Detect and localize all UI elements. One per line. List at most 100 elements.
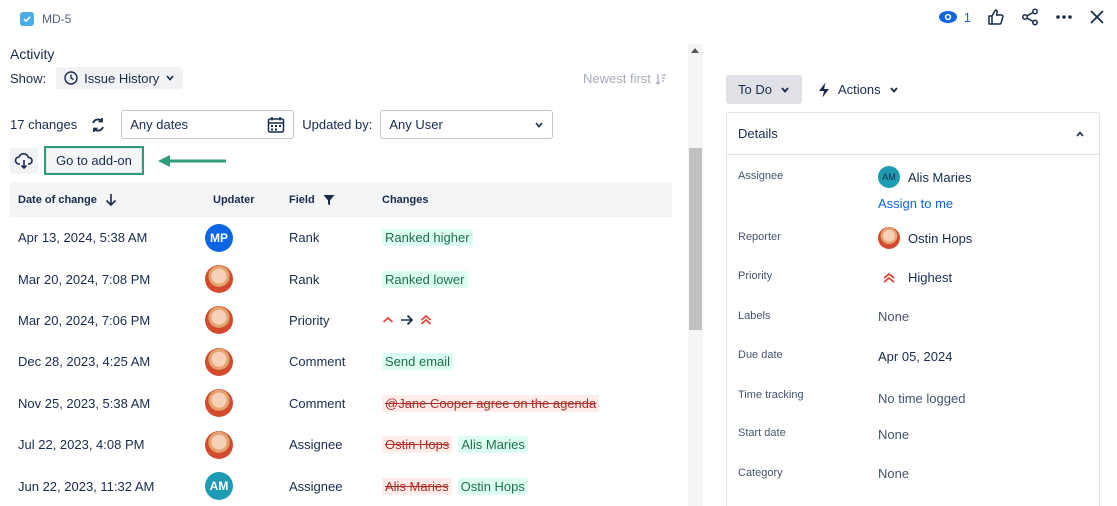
chevron-down-icon (535, 121, 543, 128)
table-header: Date of change Updater Field Changes (10, 182, 672, 217)
reporter-label: Reporter (738, 231, 781, 243)
row-date: Dec 28, 2023, 4:25 AM (18, 354, 151, 370)
lightning-icon (819, 82, 829, 97)
updater-avatar[interactable] (205, 389, 233, 418)
row-date: Jul 22, 2023, 4:08 PM (18, 437, 145, 453)
row-field: Rank (289, 230, 320, 246)
header-updater: Updater (213, 193, 255, 206)
row-changes: Alis Maries Ostin Hops (374, 477, 672, 495)
row-changes: Ranked lower (374, 270, 672, 288)
arrow-right-icon (401, 315, 414, 326)
row-changes: Ostin Hops Alis Maries (374, 436, 672, 454)
added-value: Ostin Hops (457, 477, 528, 495)
assignee-label: Assignee (738, 170, 784, 182)
reporter-value[interactable]: Ostin Hops (878, 227, 972, 249)
added-value: Ranked lower (382, 270, 468, 288)
table-row: Jun 22, 2023, 11:32 AM AM Assignee Alis … (10, 465, 672, 506)
reporter-avatar (878, 227, 900, 249)
table-row: Dec 28, 2023, 4:25 AM Comment Send email (10, 341, 672, 382)
chevron-down-icon (781, 86, 789, 93)
row-field: Priority (289, 312, 330, 328)
user-filter-select[interactable]: Any User (380, 110, 554, 139)
assignee-value[interactable]: AM Alis Maries (878, 166, 972, 188)
actions-dropdown[interactable]: Actions (818, 75, 899, 104)
user-filter-value: Any User (389, 117, 443, 132)
row-date: Apr 13, 2024, 5:38 AM (18, 230, 148, 246)
share-icon[interactable] (1021, 8, 1039, 26)
details-header[interactable]: Details (727, 113, 1099, 155)
sort-label: Newest first (583, 71, 651, 86)
task-type-icon (20, 12, 34, 26)
priority-value[interactable]: Highest (878, 270, 952, 285)
thumbs-up-icon[interactable] (987, 8, 1005, 26)
updater-avatar[interactable]: MP (205, 223, 233, 252)
due-date-value[interactable]: Apr 05, 2024 (878, 349, 952, 364)
arrow-left-icon (157, 154, 226, 167)
issue-key-label: MD-5 (42, 12, 72, 26)
removed-value: Alis Maries (382, 477, 452, 495)
due-date-label: Due date (738, 349, 783, 361)
scroll-up-arrow[interactable] (691, 48, 699, 53)
more-icon[interactable] (1055, 8, 1073, 26)
priority-high-icon (382, 317, 394, 324)
updater-avatar[interactable]: AM (205, 472, 233, 501)
filter-icon (323, 194, 335, 205)
row-field: Rank (289, 271, 320, 287)
status-dropdown[interactable]: To Do (726, 75, 802, 104)
sort-toggle[interactable]: Newest first (583, 71, 667, 86)
updater-avatar[interactable] (205, 347, 233, 376)
sort-icon (655, 73, 666, 85)
issue-key[interactable]: MD-5 (20, 12, 71, 26)
time-tracking-label: Time tracking (738, 389, 804, 401)
header-field[interactable]: Field (281, 194, 374, 206)
chevron-down-icon (889, 86, 898, 93)
table-row: Nov 25, 2023, 5:38 AM Comment @Jane Coop… (10, 383, 672, 424)
header-changes: Changes (382, 193, 429, 206)
table-row: Mar 20, 2024, 7:06 PM Priority (10, 300, 672, 341)
time-tracking-value[interactable]: No time logged (878, 391, 965, 406)
watch-count: 1 (963, 9, 971, 25)
show-label: Show: (10, 70, 47, 86)
category-label: Category (738, 467, 783, 479)
go-to-addon-label: Go to add-on (56, 153, 132, 168)
addon-row: Go to add-on (10, 146, 228, 175)
updater-avatar[interactable] (205, 430, 233, 459)
issue-toolbar: 1 (938, 8, 1105, 26)
date-filter-input[interactable]: Any dates (121, 110, 295, 139)
filter-row: 17 changes Any dates Updated by: Any Use… (10, 110, 554, 139)
calendar-icon (267, 116, 285, 133)
category-value[interactable]: None (878, 466, 909, 481)
row-changes: Send email (374, 353, 672, 371)
watch-button[interactable]: 1 (938, 10, 971, 25)
arrow-down-icon (105, 193, 116, 206)
refresh-icon[interactable] (89, 116, 107, 134)
status-label: To Do (738, 82, 772, 97)
row-date: Mar 20, 2024, 7:08 PM (18, 271, 151, 287)
date-filter-value: Any dates (130, 117, 189, 132)
close-icon[interactable] (1089, 9, 1105, 25)
row-field: Assignee (289, 478, 343, 494)
go-to-addon-button[interactable]: Go to add-on (44, 146, 144, 175)
labels-value[interactable]: None (878, 309, 909, 324)
row-date: Jun 22, 2023, 11:32 AM (18, 478, 155, 494)
updater-avatar[interactable] (205, 306, 233, 335)
assign-to-me-link[interactable]: Assign to me (878, 196, 953, 211)
cloud-download-button[interactable] (10, 147, 38, 174)
row-date: Mar 20, 2024, 7:06 PM (18, 312, 151, 328)
assignee-avatar: AM (878, 166, 900, 188)
details-title: Details (738, 126, 778, 141)
row-date: Nov 25, 2023, 5:38 AM (18, 395, 151, 411)
start-date-label: Start date (738, 427, 786, 439)
table-row: Mar 20, 2024, 7:08 PM Rank Ranked lower (10, 258, 672, 299)
row-field: Comment (289, 395, 346, 411)
header-date[interactable]: Date of change (10, 193, 205, 207)
updater-avatar[interactable] (205, 265, 233, 294)
removed-value: Ostin Hops (382, 436, 453, 454)
priority-highest-icon (420, 315, 432, 326)
activity-title: Activity (10, 46, 55, 62)
history-table: Date of change Updater Field Changes Apr… (10, 182, 672, 506)
issue-history-dropdown[interactable]: Issue History (56, 67, 184, 89)
scrollbar-thumb[interactable] (689, 148, 702, 330)
added-value: Ranked higher (382, 229, 473, 247)
start-date-value[interactable]: None (878, 427, 909, 442)
